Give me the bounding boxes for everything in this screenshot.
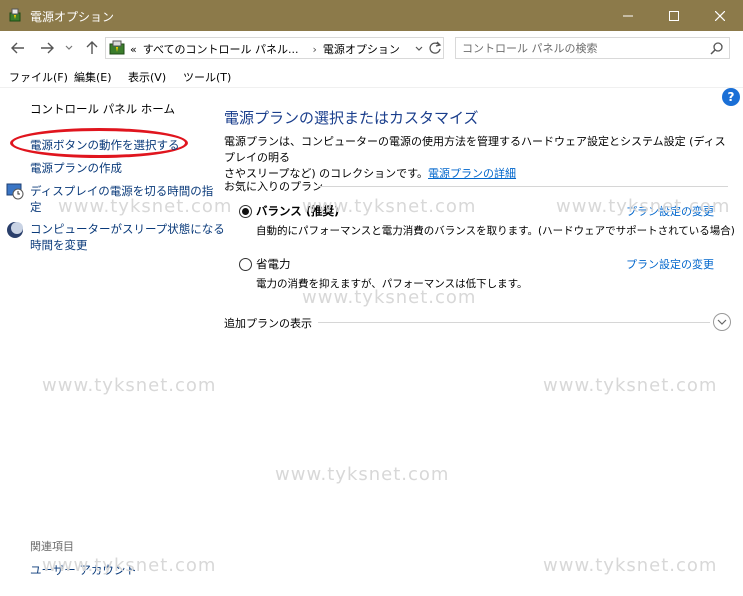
page-description: 電源プランは、コンピューターの電源の使用方法を管理するハードウェア設定とシステム… bbox=[224, 134, 734, 182]
maximize-icon bbox=[669, 10, 679, 21]
plan-balanced-name[interactable]: バランス (推奨) bbox=[256, 203, 339, 219]
menu-tools[interactable]: ツール(T) bbox=[183, 69, 231, 85]
choose-power-button-action-link[interactable]: 電源ボタンの動作を選択する bbox=[30, 137, 180, 153]
plan-balanced-radio[interactable] bbox=[239, 205, 252, 218]
breadcrumb-separator[interactable]: › bbox=[313, 43, 317, 56]
minimize-button[interactable] bbox=[605, 0, 651, 31]
address-dropdown-icon[interactable] bbox=[413, 41, 425, 55]
user-accounts-link[interactable]: ユーザー アカウント bbox=[30, 562, 137, 578]
title-bar: 電源オプション bbox=[0, 0, 743, 31]
menu-edit[interactable]: 編集(E) bbox=[74, 69, 112, 85]
display-off-time-link[interactable]: ディスプレイの電源を切る時間の指 bbox=[30, 183, 213, 199]
up-button[interactable] bbox=[82, 38, 102, 58]
watermark: www.tyksnet.com bbox=[543, 555, 718, 576]
help-button[interactable]: ? bbox=[722, 88, 740, 106]
additional-plans-divider bbox=[318, 322, 710, 323]
plan-power-saver-radio[interactable] bbox=[239, 258, 252, 271]
power-options-icon bbox=[9, 8, 21, 22]
search-input[interactable] bbox=[462, 40, 702, 56]
search-icon[interactable] bbox=[710, 41, 724, 55]
recent-locations-button[interactable] bbox=[62, 38, 76, 58]
chevron-down-icon bbox=[717, 319, 727, 325]
breadcrumb-overflow[interactable]: « bbox=[130, 43, 137, 56]
watermark: www.tyksnet.com bbox=[543, 375, 718, 396]
close-button[interactable] bbox=[697, 0, 743, 31]
minimize-icon bbox=[623, 15, 633, 16]
control-panel-icon bbox=[109, 40, 125, 55]
arrow-up-icon bbox=[86, 41, 98, 54]
forward-button[interactable] bbox=[37, 38, 57, 58]
watermark: www.tyksnet.com bbox=[58, 196, 233, 217]
page-title: 電源プランの選択またはカスタマイズ bbox=[224, 109, 479, 127]
chevron-down-icon bbox=[65, 45, 73, 50]
arrow-left-icon bbox=[11, 42, 24, 54]
maximize-button[interactable] bbox=[651, 0, 697, 31]
arrow-right-icon bbox=[41, 42, 54, 54]
breadcrumb: « すべてのコントロール パネル... › 電源オプション bbox=[130, 41, 406, 57]
plan-power-saver-description: 電力の消費を抑えますが、パフォーマンスは低下します。 bbox=[256, 278, 528, 290]
help-icon: ? bbox=[727, 90, 735, 104]
watermark: www.tyksnet.com bbox=[275, 464, 450, 485]
menu-file[interactable]: ファイル(F) bbox=[9, 69, 68, 85]
close-icon bbox=[715, 10, 725, 21]
menu-bar: ファイル(F) 編集(E) 表示(V) ツール(T) bbox=[0, 64, 743, 88]
plan-power-saver-settings-link[interactable]: プラン設定の変更 bbox=[626, 256, 714, 272]
breadcrumb-power-options[interactable]: 電源オプション bbox=[323, 43, 400, 56]
address-bar[interactable]: « すべてのコントロール パネル... › 電源オプション bbox=[105, 37, 444, 59]
related-section-title: 関連項目 bbox=[30, 540, 74, 553]
display-off-time-link-line2[interactable]: 定 bbox=[30, 199, 42, 215]
power-plan-details-link[interactable]: 電源プランの詳細 bbox=[428, 167, 516, 180]
plan-balanced-description: 自動的にパフォーマンスと電力消費のバランスを取ります。(ハードウェアでサポートさ… bbox=[256, 225, 735, 237]
back-button[interactable] bbox=[8, 38, 28, 58]
watermark: www.tyksnet.com bbox=[42, 375, 217, 396]
breadcrumb-all-control-panel[interactable]: すべてのコントロール パネル... bbox=[143, 43, 299, 56]
create-power-plan-link[interactable]: 電源プランの作成 bbox=[30, 160, 122, 176]
expand-plans-button[interactable] bbox=[713, 313, 731, 331]
search-box[interactable] bbox=[455, 37, 730, 59]
control-panel-home-link[interactable]: コントロール パネル ホーム bbox=[30, 101, 175, 117]
sleep-time-link-line2[interactable]: 時間を変更 bbox=[30, 237, 88, 253]
window-title: 電源オプション bbox=[30, 10, 115, 24]
favorite-plans-label: お気に入りのプラン bbox=[224, 180, 323, 193]
navigation-bar: « すべてのコントロール パネル... › 電源オプション bbox=[0, 31, 743, 64]
group-divider bbox=[318, 186, 728, 187]
refresh-icon[interactable] bbox=[428, 40, 442, 56]
plan-balanced-settings-link[interactable]: プラン設定の変更 bbox=[626, 203, 714, 219]
plan-power-saver-name[interactable]: 省電力 bbox=[256, 256, 291, 272]
menu-view[interactable]: 表示(V) bbox=[128, 69, 166, 85]
display-clock-icon bbox=[6, 183, 24, 200]
sleep-time-link[interactable]: コンピューターがスリープ状態になる bbox=[30, 221, 225, 237]
show-additional-plans-label[interactable]: 追加プランの表示 bbox=[224, 315, 312, 331]
description-line1: 電源プランは、コンピューターの電源の使用方法を管理するハードウェア設定とシステム… bbox=[224, 135, 726, 164]
moon-sleep-icon bbox=[7, 222, 23, 238]
